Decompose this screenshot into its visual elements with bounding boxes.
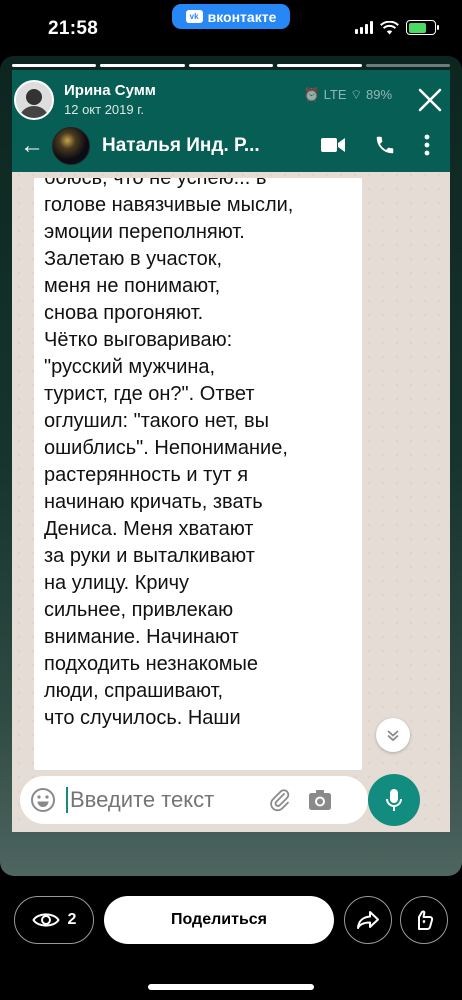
story-container[interactable]: ⏰ LTE ⌔ 89% ← Наталья Инд. Р... боюсь, ч… <box>0 56 462 876</box>
viewers-count: 2 <box>67 911 77 928</box>
share-arrow-icon <box>357 911 379 929</box>
reactions-button[interactable] <box>400 896 448 944</box>
vk-app-badge[interactable]: vk вконтакте <box>172 4 290 29</box>
author-name[interactable]: Ирина Сумм <box>64 82 156 99</box>
emoji-icon <box>31 788 55 812</box>
back-arrow-icon: ← <box>20 132 44 159</box>
share-button[interactable]: Поделиться <box>104 896 334 944</box>
progress-segment <box>12 64 97 67</box>
story-progress <box>12 64 451 67</box>
contact-avatar <box>52 127 90 165</box>
phone-icon <box>376 136 394 154</box>
wifi-icon <box>380 20 399 34</box>
author-photo <box>16 82 52 118</box>
mic-button <box>368 774 420 826</box>
heart-hand-icon <box>418 910 434 930</box>
vk-app-badge-label: вконтакте <box>207 8 277 25</box>
progress-segment <box>277 64 362 67</box>
mic-icon <box>386 789 402 811</box>
story-bottom-bar: 2 Поделиться <box>0 892 462 952</box>
eye-icon <box>31 913 60 927</box>
close-icon[interactable] <box>416 86 444 114</box>
battery-fill <box>408 22 426 33</box>
chat-actions <box>320 134 430 156</box>
message-bubble: боюсь, что не успею... в голове навязчив… <box>34 178 362 770</box>
message-input <box>70 787 260 813</box>
inner-status-text: ⏰ LTE ⌔ 89% <box>303 87 392 102</box>
system-icons <box>355 20 439 35</box>
message-input-bar <box>20 776 368 824</box>
cellular-signal-icon <box>355 21 373 34</box>
vk-logo-icon: vk <box>185 10 203 23</box>
chevron-down-icon <box>387 730 399 742</box>
home-indicator[interactable] <box>148 984 314 990</box>
paperclip-icon <box>270 789 290 812</box>
message-text: боюсь, что не успею... в голове навязчив… <box>44 178 294 729</box>
clock: 21:58 <box>48 18 99 39</box>
progress-segment <box>188 64 274 67</box>
text-caret <box>66 787 68 813</box>
scroll-down-button <box>376 718 410 752</box>
camera-icon <box>309 790 331 810</box>
story-date: 12 окт 2019 г. <box>64 102 144 117</box>
contact-name: Наталья Инд. Р... <box>102 135 260 156</box>
forward-button[interactable] <box>344 896 392 944</box>
author-avatar[interactable] <box>14 80 54 120</box>
story-screenshot: ⏰ LTE ⌔ 89% ← Наталья Инд. Р... боюсь, ч… <box>12 70 450 832</box>
status-bar: 21:58 vk вконтакте <box>0 0 462 54</box>
progress-segment <box>365 64 451 67</box>
battery-icon <box>406 20 439 35</box>
menu-dots-icon <box>424 134 430 156</box>
progress-segment <box>100 64 185 67</box>
video-call-icon <box>321 138 345 152</box>
chat-header: ← Наталья Инд. Р... <box>12 120 450 172</box>
viewers-button[interactable]: 2 <box>14 896 94 944</box>
